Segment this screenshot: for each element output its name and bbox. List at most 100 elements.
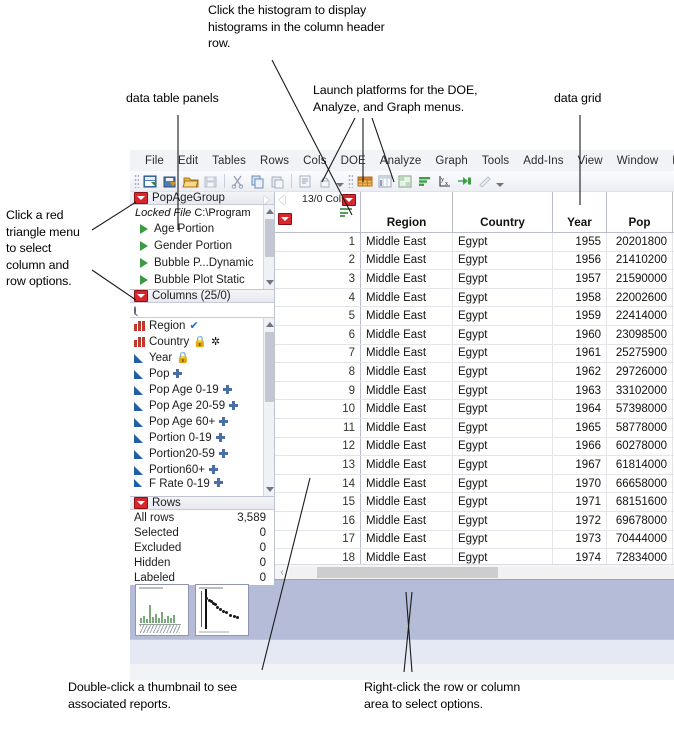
scrollbar-thumb[interactable] — [265, 332, 274, 402]
column-item-pop[interactable]: Pop — [130, 366, 274, 382]
cut-icon[interactable] — [229, 173, 247, 190]
scrollbar-thumb[interactable] — [265, 219, 274, 257]
cell-country[interactable]: Egypt — [453, 493, 553, 511]
copy-icon[interactable] — [249, 173, 267, 190]
cell-country[interactable]: Egypt — [453, 474, 553, 493]
cell-region[interactable]: Middle East — [361, 400, 453, 418]
table-row[interactable]: 8 Middle East Egypt 1962 29726000 — [275, 363, 674, 382]
menu-item-graph[interactable]: Graph — [428, 155, 474, 167]
rows-stat-hidden[interactable]: Hidden 0 — [130, 555, 274, 570]
red-triangle-icon-columns[interactable] — [134, 290, 148, 302]
scroll-up-icon[interactable] — [266, 209, 274, 214]
scroll-down-icon[interactable] — [266, 280, 274, 285]
cell-year[interactable]: 1967 — [553, 456, 607, 474]
cell-country[interactable]: Egypt — [453, 344, 553, 363]
cell-pop[interactable]: 22002600 — [607, 288, 673, 307]
histogram-icon[interactable] — [340, 208, 352, 218]
cell-country[interactable]: Egypt — [453, 270, 553, 288]
toolbar-overflow-button[interactable] — [335, 173, 344, 190]
row-number-cell[interactable]: 6 — [275, 325, 361, 344]
cell-region[interactable]: Middle East — [361, 493, 453, 511]
cell-year[interactable]: 1966 — [553, 437, 607, 456]
cell-year[interactable]: 1956 — [553, 251, 607, 270]
row-number-cell[interactable]: 3 — [275, 270, 361, 288]
column-header-pop[interactable]: Pop — [607, 192, 673, 233]
rows-stat-selected[interactable]: Selected 0 — [130, 525, 274, 540]
cell-country[interactable]: Egypt — [453, 251, 553, 270]
cell-pop[interactable]: 33102000 — [607, 381, 673, 400]
cell-year[interactable]: 1965 — [553, 418, 607, 437]
cell-region[interactable]: Middle East — [361, 233, 453, 251]
table-row[interactable]: 3 Middle East Egypt 1957 21590000 — [275, 270, 674, 289]
data-table-icon[interactable] — [356, 173, 374, 190]
menu-item-file[interactable]: File — [138, 155, 171, 167]
save-icon[interactable] — [202, 173, 220, 190]
column-header-year[interactable]: Year — [553, 192, 607, 233]
table-row[interactable]: 14 Middle East Egypt 1970 66658000 — [275, 474, 674, 494]
cell-pop[interactable]: 21410200 — [607, 251, 673, 270]
run-script-icon[interactable] — [456, 173, 474, 190]
table-row[interactable]: 10 Middle East Egypt 1964 57398000 — [275, 400, 674, 419]
menu-item-edit[interactable]: Edit — [171, 155, 205, 167]
cell-country[interactable]: Egypt — [453, 511, 553, 530]
columns-list[interactable]: Region ✔ Country 🔒 ✲ Year 🔒 Pop Pop Age … — [130, 318, 274, 497]
horizontal-scrollbar[interactable]: ‹ — [275, 564, 674, 579]
table-row[interactable]: 5 Middle East Egypt 1959 22414000 — [275, 307, 674, 326]
scrollbar-thumb[interactable] — [317, 566, 498, 578]
edit-icon[interactable] — [476, 173, 494, 190]
histogram-thumbnail[interactable] — [135, 583, 189, 636]
table-row[interactable]: 2 Middle East Egypt 1956 21410200 — [275, 251, 674, 271]
column-header-region[interactable]: Region — [361, 192, 453, 233]
row-number-cell[interactable]: 16 — [275, 511, 361, 530]
layout-icon[interactable] — [396, 173, 414, 190]
table-row[interactable]: 17 Middle East Egypt 1973 70444000 — [275, 530, 674, 550]
cell-country[interactable]: Egypt — [453, 418, 553, 437]
table-row[interactable]: 4 Middle East Egypt 1958 22002600 — [275, 288, 674, 308]
cell-region[interactable]: Middle East — [361, 511, 453, 530]
scroll-left-icon[interactable]: ‹ — [275, 567, 289, 578]
open-icon[interactable] — [182, 173, 200, 190]
cell-year[interactable]: 1960 — [553, 325, 607, 344]
cell-country[interactable]: Egypt — [453, 288, 553, 307]
distribution-icon[interactable] — [416, 173, 434, 190]
row-number-cell[interactable]: 9 — [275, 381, 361, 400]
row-number-cell[interactable]: 17 — [275, 530, 361, 549]
cell-region[interactable]: Middle East — [361, 270, 453, 288]
script-item-bubble-static[interactable]: Bubble Plot Static — [130, 271, 274, 288]
scripts-scrollbar[interactable] — [263, 205, 274, 289]
cell-pop[interactable]: 57398000 — [607, 400, 673, 418]
cell-region[interactable]: Middle East — [361, 344, 453, 363]
table-row[interactable]: 1 Middle East Egypt 1955 20201800 — [275, 233, 674, 252]
column-item-pop-age-20-59[interactable]: Pop Age 20-59 — [130, 398, 274, 414]
cell-year[interactable]: 1962 — [553, 363, 607, 381]
table-panel-header[interactable]: PopAgeGroup — [130, 192, 274, 205]
menu-item-window[interactable]: Window — [610, 155, 666, 167]
row-number-cell[interactable]: 2 — [275, 251, 361, 270]
green-triangle-icon[interactable] — [140, 240, 148, 251]
cell-year[interactable]: 1964 — [553, 400, 607, 418]
lock-icon[interactable] — [316, 173, 334, 190]
row-number-cell[interactable]: 7 — [275, 344, 361, 363]
column-search-row[interactable] — [130, 303, 286, 318]
red-triangle-icon-rows-header[interactable] — [278, 213, 292, 225]
cell-year[interactable]: 1957 — [553, 270, 607, 288]
cell-country[interactable]: Egypt — [453, 307, 553, 325]
new-data-table-icon[interactable] — [142, 173, 160, 190]
table-row[interactable]: 11 Middle East Egypt 1965 58778000 — [275, 418, 674, 438]
cell-year[interactable]: 1959 — [553, 307, 607, 325]
cell-pop[interactable]: 66658000 — [607, 474, 673, 493]
column-item-portion-0-19[interactable]: Portion 0-19 — [130, 430, 274, 446]
table-row[interactable]: 7 Middle East Egypt 1961 25275900 — [275, 344, 674, 364]
cell-pop[interactable]: 25275900 — [607, 344, 673, 363]
column-item-year[interactable]: Year 🔒 — [130, 350, 274, 366]
column-item-portion-20-59[interactable]: Portion20-59 — [130, 446, 274, 462]
column-item-region[interactable]: Region ✔ — [130, 318, 274, 334]
cell-pop[interactable]: 68151600 — [607, 493, 673, 511]
menu-item-cols[interactable]: Cols — [296, 155, 333, 167]
red-triangle-icon-rows[interactable] — [134, 497, 148, 509]
cell-region[interactable]: Middle East — [361, 325, 453, 344]
cell-country[interactable]: Egypt — [453, 325, 553, 344]
cell-pop[interactable]: 70444000 — [607, 530, 673, 549]
column-item-pop-age-60-plus[interactable]: Pop Age 60+ — [130, 414, 274, 430]
paste-icon[interactable] — [269, 173, 287, 190]
